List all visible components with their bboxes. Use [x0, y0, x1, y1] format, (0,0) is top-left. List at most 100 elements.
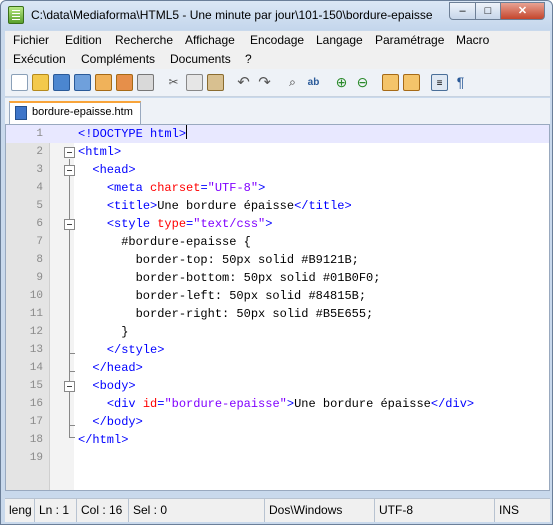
close-file-icon[interactable] — [95, 74, 112, 91]
find-icon[interactable]: ⌕ — [284, 74, 301, 91]
close-button[interactable]: ✕ — [500, 2, 545, 20]
code-text: <div id="bordure-epaisse">Une bordure ép… — [106, 397, 475, 411]
sync-horizontal-icon[interactable] — [403, 74, 420, 91]
cut-icon[interactable]: ✂ — [165, 74, 182, 91]
code-editor[interactable]: 1 <!DOCTYPE html> 2 <html> 3 <head> 4 <met… — [5, 124, 550, 491]
status-insert-mode: INS — [499, 503, 520, 517]
line-number: 18 — [29, 434, 43, 446]
line-number: 17 — [29, 416, 43, 428]
line-number: 3 — [36, 164, 43, 176]
code-text: <html> — [78, 145, 122, 159]
line-number: 15 — [29, 380, 43, 392]
menu-bar: Fichier Edition Recherche Affichage Enco… — [5, 31, 550, 69]
menu-fichier[interactable]: Fichier — [13, 33, 49, 47]
code-line[interactable]: 8 border-top: 50px solid #B9121B; — [6, 251, 549, 269]
word-wrap-icon[interactable]: ≡ — [431, 74, 448, 91]
code-line[interactable]: 19 — [6, 449, 549, 467]
replace-icon[interactable]: ab — [305, 74, 322, 91]
undo-icon[interactable]: ↶ — [235, 74, 252, 91]
zoom-in-icon[interactable]: ⊕ — [333, 74, 350, 91]
code-line[interactable]: 2 <html> — [6, 143, 549, 161]
zoom-out-icon[interactable]: ⊖ — [354, 74, 371, 91]
line-number: 16 — [29, 398, 43, 410]
code-line[interactable]: 9 border-bottom: 50px solid #01B0F0; — [6, 269, 549, 287]
code-line[interactable]: 13 </style> — [6, 341, 549, 359]
menu-affichage[interactable]: Affichage — [185, 33, 235, 47]
menu-recherche[interactable]: Recherche — [115, 33, 173, 47]
save-all-icon[interactable] — [74, 74, 91, 91]
paste-icon[interactable] — [207, 74, 224, 91]
window-title: C:\data\Mediaforma\HTML5 - Une minute pa… — [31, 8, 433, 22]
maximize-button[interactable]: □ — [475, 2, 501, 20]
print-icon[interactable] — [137, 74, 154, 91]
redo-icon[interactable]: ↷ — [256, 74, 273, 91]
code-line[interactable]: 5 <title>Une bordure épaisse</title> — [6, 197, 549, 215]
code-text: border-bottom: 50px solid #01B0F0; — [78, 271, 381, 285]
code-line[interactable]: 15 <body> — [6, 377, 549, 395]
line-number: 19 — [29, 452, 43, 464]
line-number: 9 — [36, 272, 43, 284]
line-number: 4 — [36, 182, 43, 194]
code-line[interactable]: 11 border-right: 50px solid #B5E655; — [6, 305, 549, 323]
code-line[interactable]: 18 </html> — [6, 431, 549, 449]
show-all-chars-icon[interactable]: ¶ — [452, 74, 469, 91]
code-line[interactable]: 16 <div id="bordure-epaisse">Une bordure… — [6, 395, 549, 413]
line-number: 8 — [36, 254, 43, 266]
open-file-icon[interactable] — [32, 74, 49, 91]
code-text: <!DOCTYPE html> — [78, 125, 188, 141]
code-text: </style> — [78, 343, 165, 357]
menu-langage[interactable]: Langage — [316, 33, 363, 47]
close-all-icon[interactable] — [116, 74, 133, 91]
line-number: 5 — [36, 200, 43, 212]
code-text: <head> — [78, 163, 136, 177]
code-text: border-left: 50px solid #84815B; — [78, 289, 367, 303]
menu-execution[interactable]: Exécution — [13, 52, 66, 66]
status-eol-format: Dos\Windows — [265, 499, 375, 522]
code-line[interactable]: 17 </body> — [6, 413, 549, 431]
menu-encodage[interactable]: Encodage — [250, 33, 304, 47]
minimize-button[interactable]: – — [449, 2, 476, 20]
code-line[interactable]: 12 } — [6, 323, 549, 341]
code-text: <style type="text/css"> — [106, 217, 273, 231]
line-number: 2 — [36, 146, 43, 158]
status-selection: Sel : 0 — [129, 499, 265, 522]
code-text: #bordure-epaisse { — [78, 235, 251, 249]
status-bar: leng Ln : 1 Col : 16 Sel : 0 Dos\Windows… — [5, 498, 550, 522]
line-number: 12 — [29, 326, 43, 338]
copy-icon[interactable] — [186, 74, 203, 91]
menu-macro[interactable]: Macro — [456, 33, 489, 47]
code-line[interactable]: 1 <!DOCTYPE html> — [6, 125, 549, 143]
line-number: 1 — [36, 128, 43, 140]
menu-help[interactable]: ? — [245, 52, 252, 66]
line-number: 10 — [29, 290, 43, 302]
code-line[interactable]: 6 <style type="text/css"> — [6, 215, 549, 233]
code-text: } — [78, 325, 129, 339]
save-icon[interactable] — [53, 74, 70, 91]
toolbar: ✂ ↶ ↷ ⌕ ab ⊕ ⊖ ≡ ¶ — [5, 69, 550, 97]
tab-bar: bordure-epaisse.htm — [5, 98, 550, 124]
code-line[interactable]: 3 <head> — [6, 161, 549, 179]
line-number: 13 — [29, 344, 43, 356]
menu-complements[interactable]: Compléments — [81, 52, 155, 66]
new-file-icon[interactable] — [11, 74, 28, 91]
menu-documents[interactable]: Documents — [170, 52, 231, 66]
status-column: Col : 16 — [77, 499, 129, 522]
code-text: </head> — [78, 361, 143, 375]
code-line[interactable]: 10 border-left: 50px solid #84815B; — [6, 287, 549, 305]
status-length: leng — [5, 499, 35, 522]
sync-vertical-icon[interactable] — [382, 74, 399, 91]
code-line[interactable]: 14 </head> — [6, 359, 549, 377]
code-text: <meta charset="UTF-8"> — [106, 181, 266, 195]
menu-edition[interactable]: Edition — [65, 33, 102, 47]
code-text: <title>Une bordure épaisse</title> — [106, 199, 352, 213]
line-number: 14 — [29, 362, 43, 374]
code-line[interactable]: 4 <meta charset="UTF-8"> — [6, 179, 549, 197]
notepad-plus-plus-icon — [8, 6, 24, 24]
title-bar[interactable]: C:\data\Mediaforma\HTML5 - Une minute pa… — [1, 1, 552, 30]
tab-bordure-epaisse[interactable]: bordure-epaisse.htm — [9, 101, 141, 124]
line-number: 6 — [36, 218, 43, 230]
code-text: </html> — [78, 433, 129, 447]
code-line[interactable]: 7 #bordure-epaisse { — [6, 233, 549, 251]
menu-parametrage[interactable]: Paramétrage — [375, 33, 444, 47]
application-window: C:\data\Mediaforma\HTML5 - Une minute pa… — [0, 0, 553, 525]
